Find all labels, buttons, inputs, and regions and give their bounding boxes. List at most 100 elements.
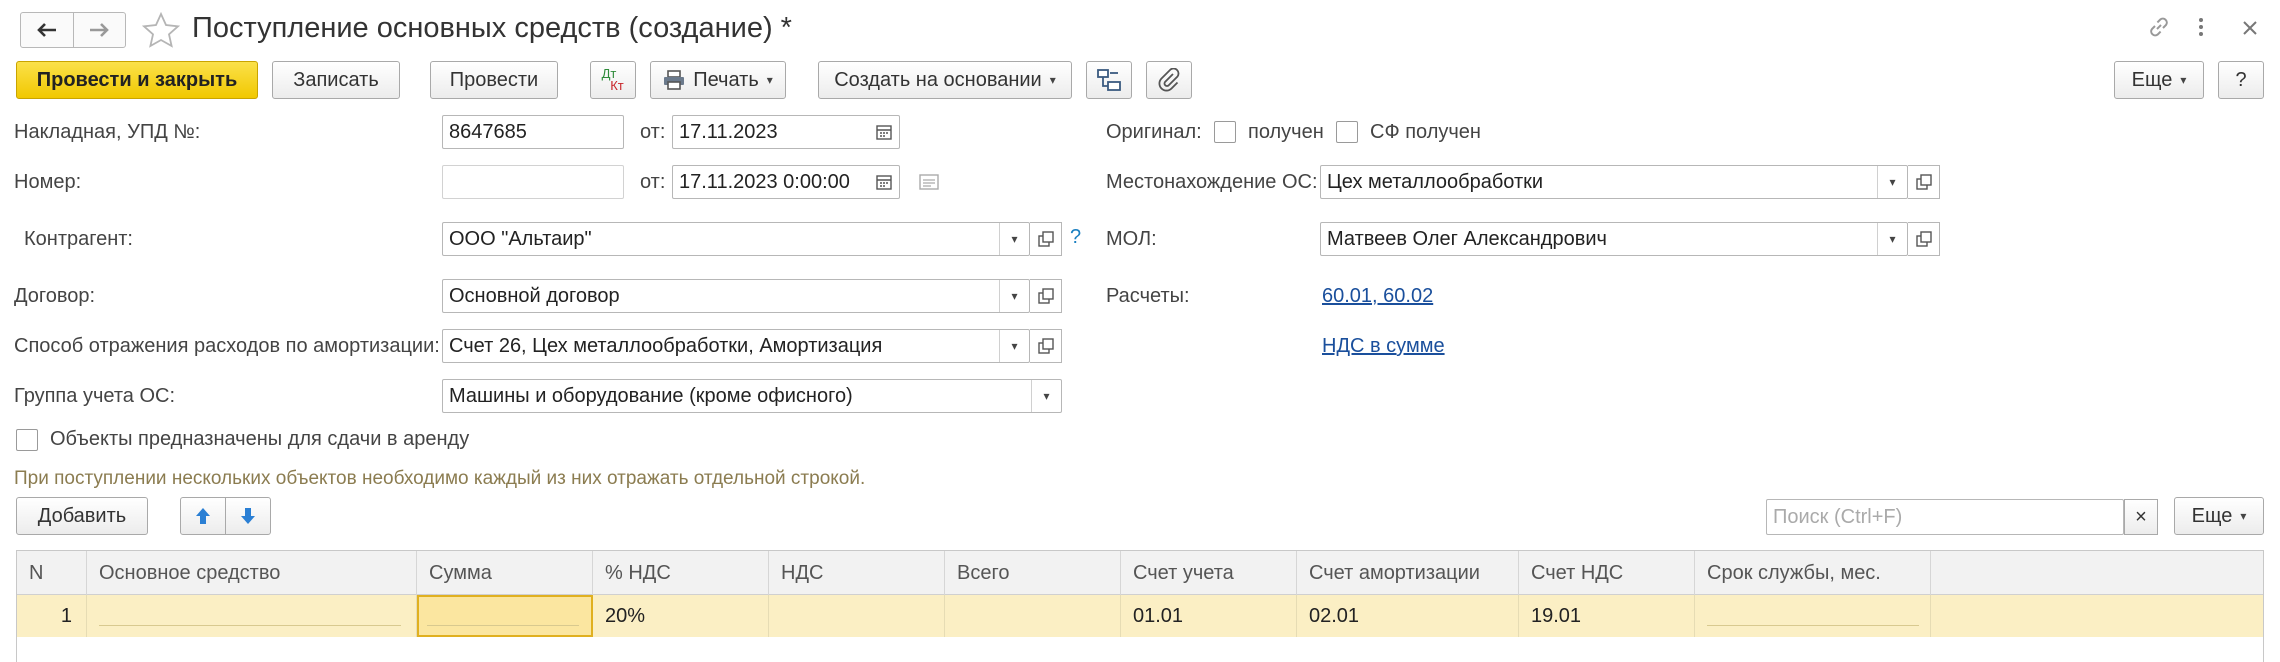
location-open-button[interactable] [1908, 165, 1940, 199]
cell-vat-rate[interactable]: 20% [593, 595, 769, 637]
cell-asset-underline [99, 625, 401, 626]
link-icon [2150, 17, 2168, 37]
table-row[interactable]: 1 20% 01.01 02.01 19.01 [17, 595, 2263, 637]
counterparty-help-icon[interactable]: ? [1070, 226, 1081, 249]
column-header-vat-account[interactable]: Счет НДС [1519, 551, 1695, 595]
rent-checkbox-label: Объекты предназначены для сдачи в аренду [50, 428, 470, 450]
contract-open-button[interactable] [1030, 279, 1062, 313]
column-header-vat[interactable]: НДС [769, 551, 945, 595]
chevron-down-icon[interactable]: ▾ [1877, 166, 1907, 198]
cell-life[interactable] [1695, 595, 1931, 637]
vat-link[interactable]: НДС в сумме [1322, 335, 1445, 358]
post-and-close-button[interactable]: Провести и закрыть [16, 61, 258, 99]
cell-n[interactable]: 1 [17, 595, 87, 637]
column-header-vat-rate[interactable]: % НДС [593, 551, 769, 595]
counterparty-input[interactable]: ООО "Альтаир" ▾ [442, 222, 1030, 256]
help-button[interactable]: ? [2218, 61, 2264, 99]
table-more-button[interactable]: Еще ▾ [2174, 497, 2264, 535]
mol-open-button[interactable] [1908, 222, 1940, 256]
invoice-label: Накладная, УПД №: [14, 121, 201, 143]
help-label: ? [2235, 68, 2247, 91]
counterparty-open-button[interactable] [1030, 222, 1062, 256]
arrow-down-icon [241, 508, 255, 524]
number-input[interactable] [442, 165, 624, 199]
hint-text: При поступлении нескольких объектов необ… [14, 468, 866, 489]
search-input[interactable]: Поиск (Ctrl+F) [1766, 499, 2124, 535]
column-header-amort-account[interactable]: Счет амортизации [1297, 551, 1519, 595]
contract-label: Договор: [14, 285, 96, 307]
doc-date-from-label: от: [640, 171, 666, 193]
close-icon [2243, 21, 2257, 35]
column-header-asset[interactable]: Основное средство [87, 551, 417, 595]
attachments-button[interactable] [1146, 61, 1192, 99]
column-header-life[interactable]: Срок службы, мес. [1695, 551, 1931, 595]
settlements-link[interactable]: 60.01, 60.02 [1322, 285, 1433, 308]
received-checkbox[interactable] [1214, 121, 1236, 143]
rent-checkbox[interactable] [16, 429, 38, 451]
chevron-down-icon[interactable]: ▾ [999, 223, 1029, 255]
cell-account[interactable]: 01.01 [1121, 595, 1297, 637]
add-row-label: Добавить [37, 504, 127, 527]
create-based-on-button[interactable]: Создать на основании ▾ [818, 61, 1072, 99]
chevron-down-icon[interactable]: ▾ [999, 280, 1029, 312]
more-menu-button[interactable] [2196, 14, 2206, 46]
close-button[interactable] [2240, 14, 2260, 46]
open-window-icon [1915, 231, 1932, 247]
contract-input[interactable]: Основной договор ▾ [442, 279, 1030, 313]
chevron-down-icon[interactable]: ▾ [1877, 223, 1907, 255]
more-button[interactable]: Еще ▾ [2114, 61, 2204, 99]
invoice-date-input[interactable]: 17.11.2023 [672, 115, 900, 149]
amortization-open-button[interactable] [1030, 329, 1062, 363]
table-more-label: Еще [2191, 504, 2233, 527]
location-label: Местонахождение ОС: [1106, 171, 1318, 193]
favorite-button[interactable] [141, 11, 181, 54]
back-button[interactable] [21, 13, 73, 47]
column-header-total[interactable]: Всего [945, 551, 1121, 595]
link-button[interactable] [2146, 14, 2172, 46]
mol-input[interactable]: Матвеев Олег Александрович ▾ [1320, 222, 1908, 256]
amortization-input[interactable]: Счет 26, Цех металлообработки, Амортизац… [442, 329, 1030, 363]
cell-vat-account[interactable]: 19.01 [1519, 595, 1695, 637]
chevron-down-icon: ▾ [2180, 73, 2187, 87]
mol-label: МОЛ: [1106, 228, 1157, 250]
forward-button[interactable] [72, 13, 126, 47]
location-input[interactable]: Цех металлообработки ▾ [1320, 165, 1908, 199]
more-vertical-icon [2199, 18, 2203, 36]
calendar-icon[interactable] [869, 116, 899, 148]
chevron-down-icon[interactable]: ▾ [999, 330, 1029, 362]
save-button[interactable]: Записать [272, 61, 400, 99]
dt-kt-button[interactable]: Дт Кт [590, 61, 636, 99]
assets-table: N Основное средство Сумма % НДС НДС Всег… [16, 550, 2264, 662]
cell-life-underline [1707, 625, 1919, 626]
move-down-button[interactable] [225, 497, 271, 535]
paperclip-icon [1158, 68, 1180, 92]
print-button[interactable]: Печать ▾ [650, 61, 786, 99]
cell-sum[interactable] [417, 595, 593, 637]
calendar-icon[interactable] [869, 166, 899, 198]
note-icon [919, 174, 939, 190]
search-clear-button[interactable]: × [2124, 499, 2158, 535]
asset-group-select[interactable]: Машины и оборудование (кроме офисного) ▾ [442, 379, 1062, 413]
structure-button[interactable] [1086, 61, 1132, 99]
print-label: Печать [693, 68, 759, 91]
cell-amort-account[interactable]: 02.01 [1297, 595, 1519, 637]
doc-datetime-input[interactable]: 17.11.2023 0:00:00 [672, 165, 900, 199]
cell-asset[interactable] [87, 595, 417, 637]
comment-button[interactable] [918, 172, 940, 198]
arrow-up-icon [196, 508, 210, 524]
post-button[interactable]: Провести [430, 61, 558, 99]
cell-vat[interactable] [769, 595, 945, 637]
settlements-label: Расчеты: [1106, 285, 1190, 307]
column-header-n[interactable]: N [17, 551, 87, 595]
add-row-button[interactable]: Добавить [16, 497, 148, 535]
move-up-button[interactable] [180, 497, 226, 535]
chevron-down-icon[interactable]: ▾ [1031, 380, 1061, 412]
sf-received-checkbox[interactable] [1336, 121, 1358, 143]
column-header-sum[interactable]: Сумма [417, 551, 593, 595]
invoice-number-input[interactable]: 8647685 [442, 115, 624, 149]
counterparty-label: Контрагент: [24, 228, 133, 250]
number-label: Номер: [14, 171, 82, 193]
cell-total[interactable] [945, 595, 1121, 637]
chevron-down-icon: ▾ [766, 73, 773, 87]
column-header-account[interactable]: Счет учета [1121, 551, 1297, 595]
